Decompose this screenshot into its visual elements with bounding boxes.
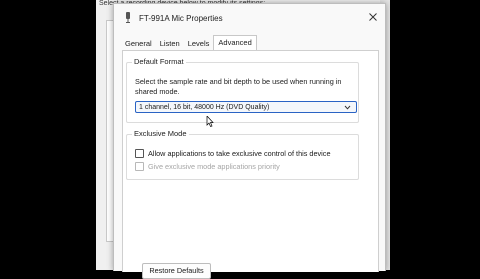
microphone-icon (126, 12, 130, 23)
default-format-description: Select the sample rate and bit depth to … (135, 77, 342, 96)
allow-exclusive-checkbox[interactable] (135, 149, 144, 158)
properties-dialog: FT-991A Mic Properties General Listen Le… (113, 3, 386, 279)
restore-defaults-button[interactable]: Restore Defaults (142, 263, 211, 279)
format-dropdown-value: 1 channel, 16 bit, 48000 Hz (DVD Quality… (139, 104, 270, 111)
exclusive-priority-option: Give exclusive mode applications priorit… (135, 162, 280, 171)
close-icon (369, 13, 377, 21)
tab-strip: General Listen Levels Advanced (121, 35, 257, 50)
exclusive-mode-legend: Exclusive Mode (132, 129, 189, 138)
allow-exclusive-option[interactable]: Allow applications to take exclusive con… (135, 149, 331, 158)
exclusive-mode-group: Exclusive Mode Allow applications to tak… (126, 129, 359, 180)
dialog-title: FT-991A Mic Properties (139, 14, 223, 23)
allow-exclusive-label: Allow applications to take exclusive con… (148, 149, 331, 158)
tab-advanced[interactable]: Advanced (213, 35, 257, 50)
exclusive-priority-label: Give exclusive mode applications priorit… (148, 162, 280, 171)
tab-levels[interactable]: Levels (184, 37, 214, 50)
default-format-legend: Default Format (132, 57, 186, 66)
exclusive-priority-checkbox (135, 162, 144, 171)
mouse-cursor-icon (206, 116, 214, 127)
title-bar[interactable]: FT-991A Mic Properties (114, 4, 385, 32)
advanced-panel: Default Format Select the sample rate an… (122, 50, 379, 279)
default-format-group: Default Format Select the sample rate an… (126, 57, 359, 127)
chevron-down-icon (344, 105, 351, 110)
tab-listen[interactable]: Listen (156, 37, 184, 50)
tab-general[interactable]: General (121, 37, 156, 50)
format-dropdown[interactable]: 1 channel, 16 bit, 48000 Hz (DVD Quality… (135, 101, 357, 113)
close-button[interactable] (365, 10, 381, 24)
